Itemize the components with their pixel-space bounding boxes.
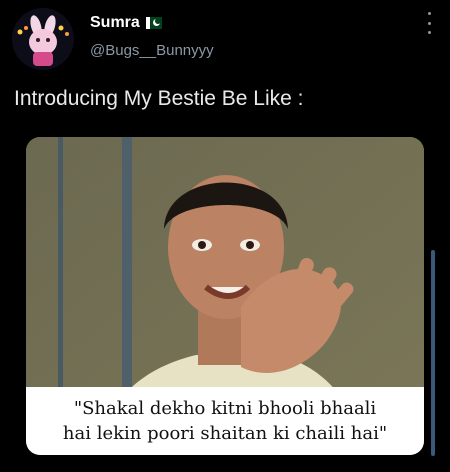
caption-line-1: "Shakal dekho kitni bhooli bhaali [73,398,377,419]
more-options-icon[interactable] [424,12,434,34]
tweet-text: Introducing My Bestie Be Like : [14,87,304,110]
user-handle[interactable]: @Bugs__Bunnyyy [90,42,214,59]
pakistan-flag-icon [145,17,162,29]
author-info: Sumra @Bugs__Bunnyyy [90,12,214,59]
meme-caption: "Shakal dekho kitni bhooli bhaali hai le… [26,387,424,455]
scrollbar[interactable] [431,250,435,456]
avatar-image [12,8,74,70]
tweet: Sumra @Bugs__Bunnyyy Introducing My Best… [0,0,450,472]
avatar[interactable] [12,8,74,70]
display-name[interactable]: Sumra [90,14,140,32]
tweet-media-image[interactable]: "Shakal dekho kitni bhooli bhaali hai le… [26,137,424,455]
caption-line-2: hai lekin poori shaitan ki chaili hai" [62,423,388,444]
